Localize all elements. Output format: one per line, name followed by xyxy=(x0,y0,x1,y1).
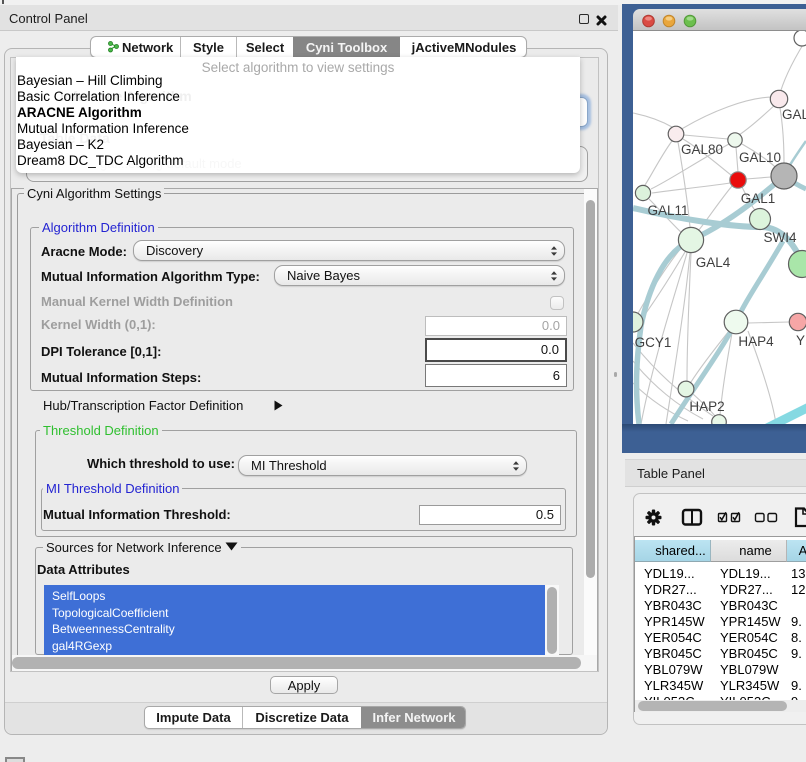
svg-text:GAL4: GAL4 xyxy=(696,255,731,270)
svg-text:Y: Y xyxy=(796,333,805,348)
svg-text:GCY1: GCY1 xyxy=(635,335,672,350)
svg-text:HAP4: HAP4 xyxy=(738,334,774,349)
svg-text:GAL80: GAL80 xyxy=(681,142,723,157)
svg-text:GAL7: GAL7 xyxy=(782,107,806,122)
svg-text:SWI4: SWI4 xyxy=(763,230,796,245)
svg-text:GAL1: GAL1 xyxy=(741,191,776,206)
svg-text:GAL10: GAL10 xyxy=(739,150,781,165)
svg-text:HAP2: HAP2 xyxy=(689,399,724,414)
svg-text:GAL11: GAL11 xyxy=(647,203,688,218)
